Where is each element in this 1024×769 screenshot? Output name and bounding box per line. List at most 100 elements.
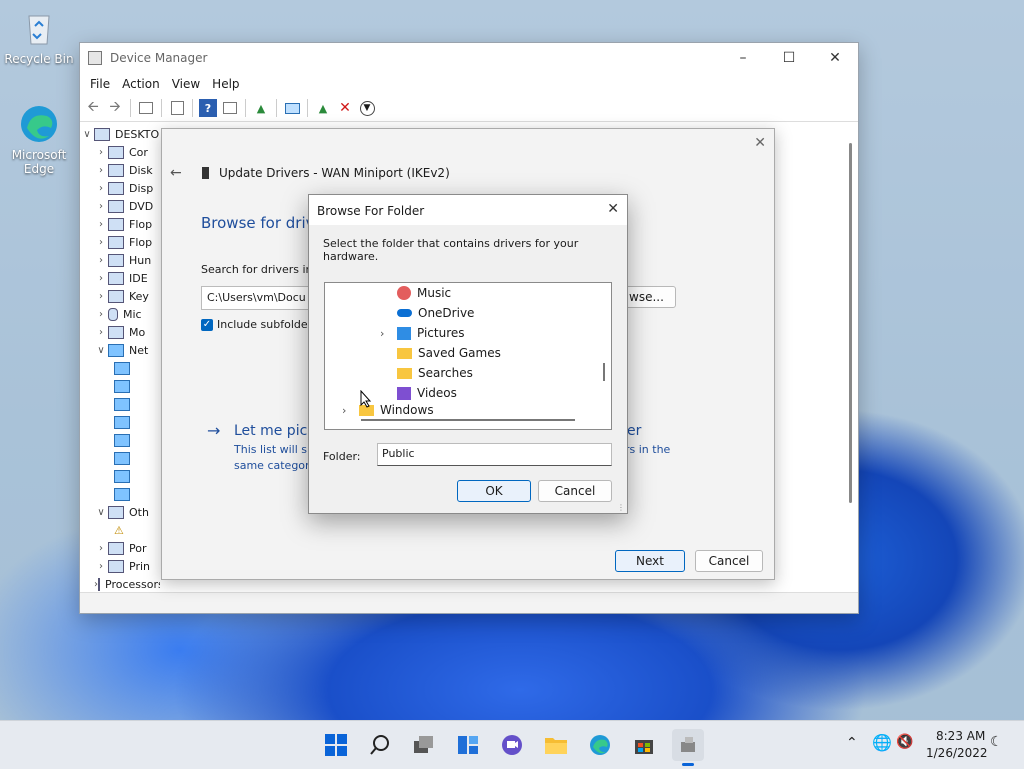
tree-item[interactable] — [114, 413, 160, 431]
search-icon[interactable] — [364, 729, 396, 761]
browse-cancel-button[interactable]: Cancel — [538, 480, 612, 502]
menu-action[interactable]: Action — [116, 77, 166, 91]
widgets-icon[interactable] — [452, 729, 484, 761]
wizard-cancel-button[interactable]: Cancel — [695, 550, 763, 572]
chevron-up-icon[interactable]: ⌃ — [846, 735, 858, 751]
folder-item[interactable]: OneDrive — [325, 303, 595, 323]
chevron-right-icon[interactable]: › — [380, 327, 397, 340]
tree-item[interactable]: › IDE — [94, 269, 160, 287]
chevron-down-icon[interactable]: ∨ — [80, 129, 94, 140]
tree-item[interactable] — [114, 359, 160, 377]
pick-driver-link[interactable]: Let me pick — [234, 423, 315, 439]
chevron-right-icon[interactable]: › — [94, 273, 108, 284]
driver-path-input[interactable]: C:\Users\vm\Docu — [201, 286, 313, 310]
tree-item[interactable] — [114, 395, 160, 413]
update-driver-icon[interactable]: ▲ — [252, 99, 270, 117]
tree-item[interactable]: ∨ Oth — [94, 503, 160, 521]
tree-item[interactable]: › Flop — [94, 233, 160, 251]
start-button[interactable] — [320, 729, 352, 761]
tree-item[interactable] — [114, 467, 160, 485]
ok-button[interactable]: OK — [457, 480, 531, 502]
menu-help[interactable]: Help — [206, 77, 245, 91]
tree-root[interactable]: ∨ DESKTO — [80, 125, 160, 143]
next-button[interactable]: Next — [615, 550, 685, 572]
resize-grip-icon[interactable]: ⋮ — [617, 503, 625, 512]
device-manager-taskbar-icon[interactable] — [672, 729, 704, 761]
uninstall-icon[interactable]: ✕ — [336, 99, 354, 117]
chevron-right-icon[interactable]: › — [94, 183, 108, 194]
folder-tree-horizontal-scrollbar[interactable] — [361, 419, 575, 421]
maximize-button[interactable]: ☐ — [766, 43, 812, 73]
enable-device-icon[interactable]: ▲ — [314, 99, 332, 117]
recycle-bin-shortcut[interactable]: Recycle Bin — [4, 8, 74, 66]
folder-input[interactable]: Public — [377, 443, 612, 466]
tree-item[interactable]: › Key — [94, 287, 160, 305]
clock-time[interactable]: 8:23 AM — [936, 729, 985, 743]
speaker-muted-icon[interactable]: 🔇 — [896, 734, 913, 750]
tree-item[interactable] — [114, 485, 160, 503]
file-explorer-icon[interactable] — [540, 729, 572, 761]
monitor-icon[interactable] — [283, 99, 301, 117]
chevron-right-icon[interactable]: › — [94, 219, 108, 230]
task-view-icon[interactable] — [408, 729, 440, 761]
tree-item[interactable]: › Prin — [94, 557, 160, 575]
forward-arrow-icon[interactable]: 🡪 — [106, 99, 124, 117]
help-icon[interactable]: ? — [199, 99, 217, 117]
tree-item[interactable]: › Mo — [94, 323, 160, 341]
folder-item[interactable]: Searches — [325, 363, 595, 383]
chevron-right-icon[interactable]: › — [94, 561, 108, 572]
tree-item[interactable]: › Disp — [94, 179, 160, 197]
menu-view[interactable]: View — [166, 77, 206, 91]
folder-item[interactable]: Saved Games — [325, 343, 595, 363]
properties-icon[interactable] — [137, 99, 155, 117]
chevron-right-icon[interactable]: › — [94, 309, 108, 320]
list-icon[interactable] — [168, 99, 186, 117]
wizard-close-button[interactable]: ✕ — [754, 135, 766, 151]
chevron-down-icon[interactable]: ∨ — [94, 345, 108, 356]
tree-item[interactable] — [114, 377, 160, 395]
tree-item[interactable] — [114, 431, 160, 449]
chevron-right-icon[interactable]: › — [94, 255, 108, 266]
tree-item[interactable]: › DVD — [94, 197, 160, 215]
chat-icon[interactable] — [496, 729, 528, 761]
tree-item[interactable]: › Cor — [94, 143, 160, 161]
close-button[interactable]: ✕ — [812, 43, 858, 73]
chevron-right-icon[interactable]: › — [94, 291, 108, 302]
tree-item[interactable]: › Por — [94, 539, 160, 557]
chevron-right-icon[interactable]: › — [94, 327, 108, 338]
tree-item[interactable]: › Processors — [94, 575, 160, 593]
browse-button[interactable]: wse... — [620, 286, 676, 308]
chevron-right-icon[interactable]: › — [94, 237, 108, 248]
edge-taskbar-icon[interactable] — [584, 729, 616, 761]
minimize-button[interactable]: – — [720, 43, 766, 73]
view-icon[interactable] — [221, 99, 239, 117]
tree-item[interactable]: ∨ Net — [94, 341, 160, 359]
tree-item[interactable]: › Disk — [94, 161, 160, 179]
folder-item[interactable]: Music — [325, 283, 595, 303]
back-arrow-icon[interactable]: 🡨 — [84, 99, 102, 117]
store-icon[interactable] — [628, 729, 660, 761]
chevron-right-icon[interactable]: › — [94, 201, 108, 212]
clock-date[interactable]: 1/26/2022 — [926, 746, 988, 760]
tree-item[interactable]: ⚠ — [114, 521, 160, 539]
pick-driver-link-tail[interactable]: er — [627, 423, 641, 439]
chevron-right-icon[interactable]: › — [342, 404, 359, 417]
vertical-scrollbar[interactable] — [849, 143, 852, 503]
download-icon[interactable]: ▼ — [358, 99, 376, 117]
tree-item[interactable]: › Mic — [94, 305, 160, 323]
edge-shortcut[interactable]: Microsoft Edge — [4, 104, 74, 176]
folder-tree-vertical-scrollbar[interactable] — [603, 363, 605, 381]
include-subfolders-checkbox[interactable]: ✓ — [201, 319, 213, 331]
folder-item[interactable]: › Pictures — [325, 323, 595, 343]
chevron-right-icon[interactable]: › — [94, 165, 108, 176]
chevron-right-icon[interactable]: › — [94, 543, 108, 554]
chevron-down-icon[interactable]: ∨ — [94, 507, 108, 518]
network-globe-icon[interactable]: 🌐 — [872, 733, 892, 752]
tree-item[interactable]: › Flop — [94, 215, 160, 233]
wizard-back-arrow-icon[interactable]: ← — [170, 165, 182, 181]
notifications-moon-icon[interactable]: ☾ — [990, 734, 1003, 750]
browse-dialog-close-button[interactable]: ✕ — [607, 201, 619, 217]
tree-item[interactable] — [114, 449, 160, 467]
menu-file[interactable]: File — [84, 77, 116, 91]
chevron-right-icon[interactable]: › — [94, 147, 108, 158]
